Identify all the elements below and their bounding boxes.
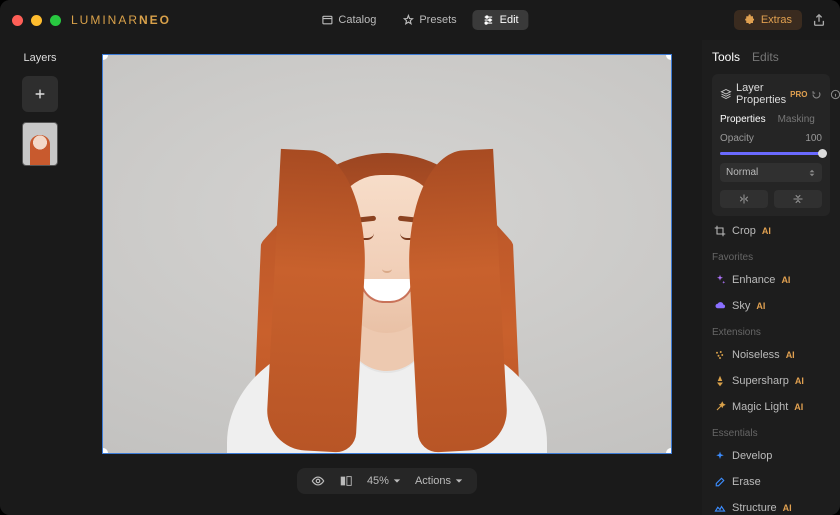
crop-label: Crop [732,225,756,237]
structure-icon [714,502,726,514]
layers-panel: Layers [0,40,80,515]
tools-panel: Tools Edits Layer Properties PRO Prop [702,40,840,515]
catalog-tab[interactable]: Catalog [311,10,386,30]
section-extensions: Extensions [712,327,830,338]
tool-crop[interactable]: Crop AI [712,220,830,242]
sparkle-icon [714,274,726,286]
extras-label: Extras [761,14,792,26]
flip-v-icon [792,193,804,205]
crop-handle-br[interactable] [666,448,672,454]
opacity-value: 100 [805,133,822,144]
sky-label: Sky [732,300,750,312]
tool-magic-light[interactable]: Magic Light AI [712,396,830,418]
actions-dropdown[interactable]: Actions [415,475,463,487]
wand-icon [714,401,726,413]
tool-develop[interactable]: Develop [712,445,830,467]
opacity-label: Opacity [720,133,754,144]
catalog-label: Catalog [338,14,376,26]
eye-icon [311,474,325,488]
compare-icon [339,474,353,488]
tool-enhance[interactable]: Enhance AI [712,269,830,291]
window-controls [12,15,61,26]
maximize-window-button[interactable] [50,15,61,26]
structure-label: Structure [732,502,777,514]
tool-erase[interactable]: Erase [712,471,830,493]
blend-mode-select[interactable]: Normal [720,163,822,182]
flip-h-icon [738,193,750,205]
edit-icon [483,14,495,26]
magic-light-label: Magic Light [732,401,788,413]
share-button[interactable] [810,11,828,29]
titlebar: LUMINARNEO Catalog Presets Edit [0,0,840,40]
flip-vertical-button[interactable] [774,190,822,208]
crop-handle-tl[interactable] [102,54,108,60]
layers-title: Layers [23,52,56,64]
ai-badge: AI [781,275,790,285]
layer-properties-card: Layer Properties PRO Properties Masking … [712,74,830,216]
develop-label: Develop [732,450,772,462]
tab-edits[interactable]: Edits [752,50,779,64]
subtab-properties[interactable]: Properties [720,114,766,125]
tab-tools[interactable]: Tools [712,50,740,64]
section-essentials: Essentials [712,428,830,439]
close-window-button[interactable] [12,15,23,26]
enhance-label: Enhance [732,274,775,286]
supersharp-label: Supersharp [732,375,789,387]
image-canvas[interactable] [102,54,672,454]
ai-badge: AI [756,301,765,311]
cloud-icon [714,300,726,312]
ai-badge: AI [794,402,803,412]
crop-handle-tr[interactable] [666,54,672,60]
opacity-slider[interactable] [720,152,822,155]
crop-handle-bl[interactable] [102,448,108,454]
updown-icon [808,169,816,177]
chevron-down-icon [455,477,463,485]
tool-structure[interactable]: Structure AI [712,497,830,515]
canvas-area: 45% Actions [80,40,702,515]
image-content [207,113,567,453]
reset-button[interactable] [811,89,822,100]
section-favorites: Favorites [712,252,830,263]
tool-supersharp[interactable]: Supersharp AI [712,370,830,392]
tool-sky[interactable]: Sky AI [712,295,830,317]
ai-badge: AI [762,226,771,236]
edit-label: Edit [500,14,519,26]
zoom-value: 45% [367,475,389,487]
ai-badge: AI [786,350,795,360]
blend-mode-value: Normal [726,167,758,178]
flip-horizontal-button[interactable] [720,190,768,208]
actions-label: Actions [415,475,451,487]
layer-properties-title: Layer Properties [736,82,786,106]
erase-icon [714,476,726,488]
noiseless-label: Noiseless [732,349,780,361]
presets-label: Presets [419,14,456,26]
presets-icon [402,14,414,26]
crop-icon [714,225,726,237]
catalog-icon [321,14,333,26]
layer-thumbnail[interactable] [22,122,58,166]
info-button[interactable] [830,89,840,100]
subtab-masking[interactable]: Masking [778,114,815,125]
develop-icon [714,450,726,462]
zoom-dropdown[interactable]: 45% [367,475,401,487]
minimize-window-button[interactable] [31,15,42,26]
canvas-toolbar: 45% Actions [297,468,477,494]
ai-badge: AI [795,376,804,386]
add-layer-button[interactable] [22,76,58,112]
tool-noiseless[interactable]: Noiseless AI [712,344,830,366]
pro-badge: PRO [790,90,807,99]
noiseless-icon [714,349,726,361]
edit-tab[interactable]: Edit [473,10,529,30]
erase-label: Erase [732,476,761,488]
app-logo: LUMINARNEO [71,13,171,27]
layers-stack-icon [720,88,732,100]
presets-tab[interactable]: Presets [392,10,466,30]
compare-toggle[interactable] [339,474,353,488]
ai-badge: AI [783,503,792,513]
supersharp-icon [714,375,726,387]
chevron-down-icon [393,477,401,485]
extras-button[interactable]: Extras [734,10,802,30]
puzzle-icon [744,14,756,26]
preview-toggle[interactable] [311,474,325,488]
